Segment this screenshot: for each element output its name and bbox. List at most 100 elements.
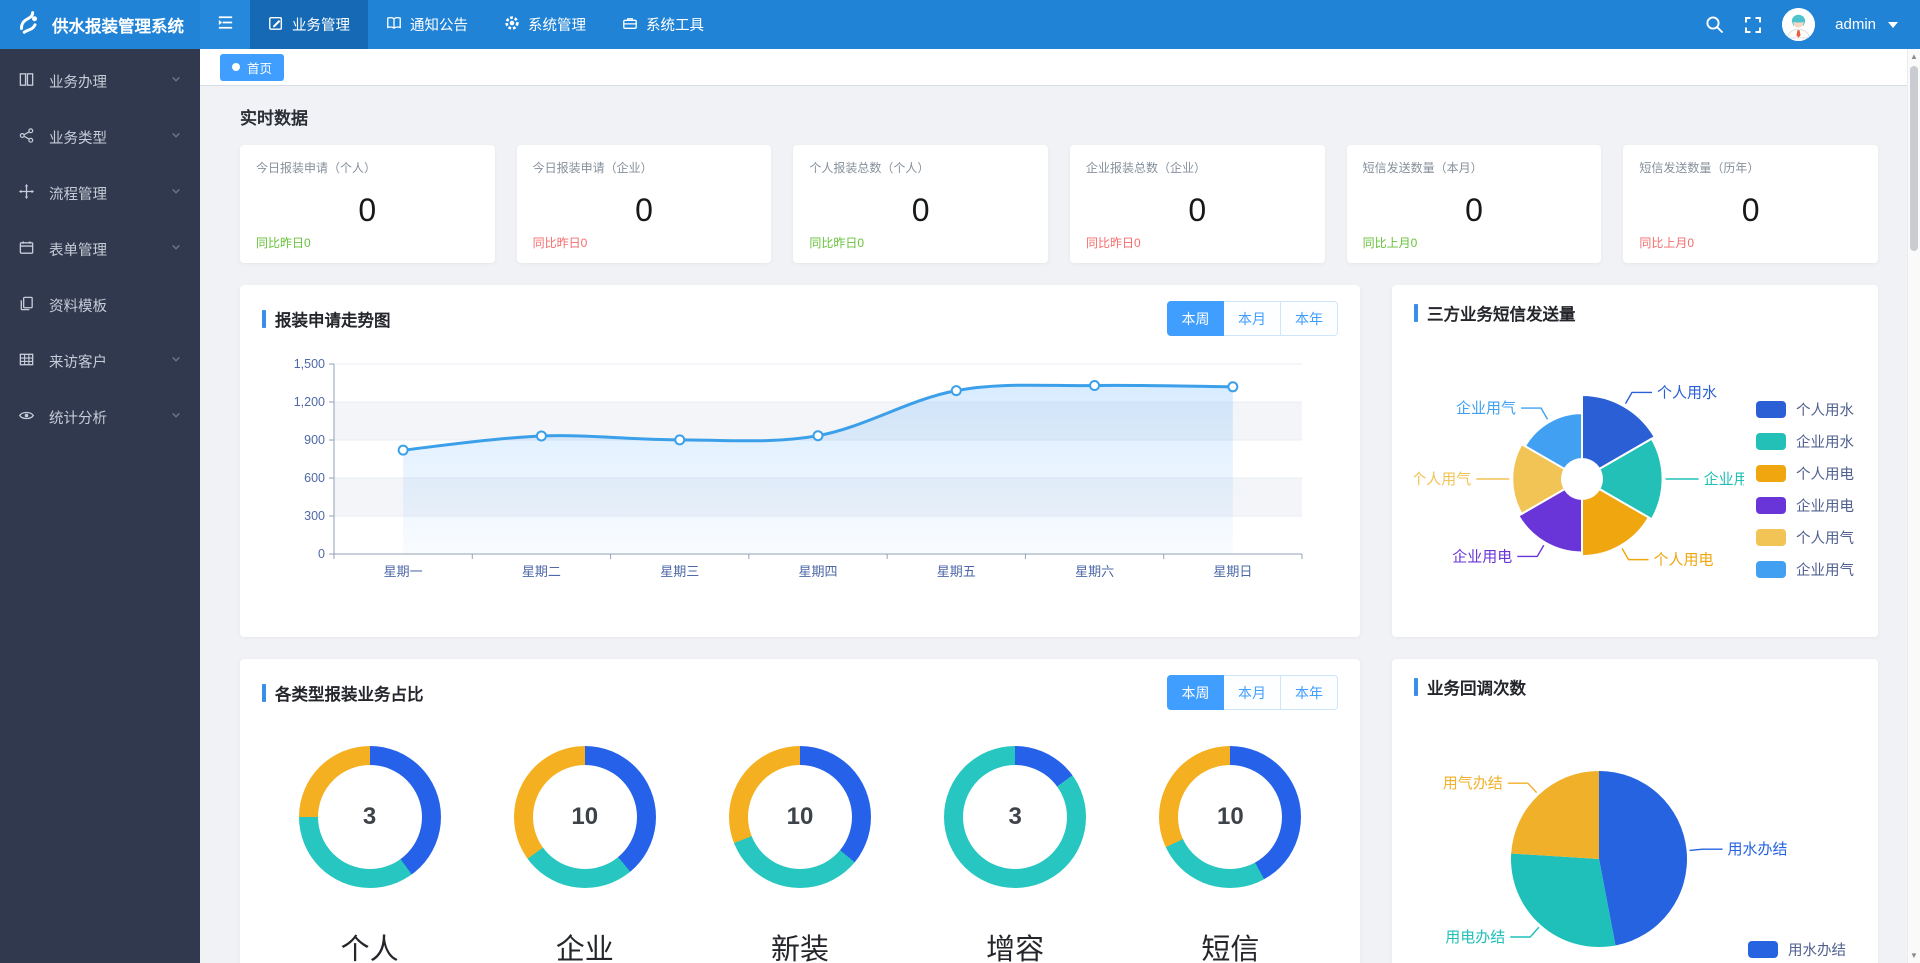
tab-home[interactable]: 首页 bbox=[220, 54, 284, 81]
svg-text:用气办结: 用气办结 bbox=[1443, 775, 1503, 792]
ratio-donut-charts: 3个人10企业10新装3增容10短信 bbox=[262, 746, 1338, 963]
trend-week-button[interactable]: 本周 bbox=[1167, 301, 1224, 336]
donut-hole: 10 bbox=[748, 765, 852, 869]
ratio-year-button[interactable]: 本年 bbox=[1281, 675, 1338, 710]
donut-新装: 10 新装 bbox=[729, 746, 871, 963]
panel-title: 业务回调次数 bbox=[1427, 675, 1526, 699]
chevron-down-icon bbox=[170, 73, 182, 89]
svg-text:300: 300 bbox=[304, 509, 325, 523]
chevron-down-icon bbox=[170, 129, 182, 145]
donut-value: 10 bbox=[1217, 803, 1244, 831]
legend-item[interactable]: 个人用水 bbox=[1756, 399, 1854, 420]
donut-label: 新装 bbox=[771, 926, 829, 963]
edit-square-icon bbox=[268, 15, 284, 35]
top-header: 供水报装管理系统 业务管理 通知公告 系统管理 系统工具 bbox=[0, 0, 1920, 49]
legend-swatch bbox=[1756, 497, 1786, 514]
copy-icon bbox=[18, 295, 35, 316]
table-grid-icon bbox=[18, 351, 35, 372]
trend-line-chart[interactable]: 03006009001,2001,500星期一星期二星期三星期四星期五星期六星期… bbox=[262, 352, 1332, 590]
scroll-up-arrow-icon[interactable]: ▲ bbox=[1908, 52, 1920, 61]
panel-accent-bar bbox=[1414, 304, 1418, 322]
svg-text:600: 600 bbox=[304, 471, 325, 485]
legend-item[interactable]: 个人用气 bbox=[1756, 527, 1854, 548]
user-menu-caret-icon[interactable] bbox=[1888, 22, 1898, 28]
sidebar-item-statistics[interactable]: 统计分析 bbox=[0, 389, 200, 445]
donut-短信: 10 短信 bbox=[1159, 746, 1301, 963]
scroll-down-arrow-icon[interactable]: ▼ bbox=[1908, 951, 1920, 960]
search-icon[interactable] bbox=[1705, 15, 1724, 34]
legend-item[interactable]: 企业用电 bbox=[1756, 495, 1854, 516]
donut-chart[interactable]: 3 bbox=[299, 746, 441, 888]
svg-text:个人用电: 个人用电 bbox=[1654, 552, 1714, 569]
hamburger-icon bbox=[216, 13, 235, 37]
donut-chart[interactable]: 3 bbox=[944, 746, 1086, 888]
donut-企业: 10企业 bbox=[514, 746, 656, 963]
sidebar-toggle-button[interactable] bbox=[200, 0, 250, 49]
stat-card-footer: 同比昨日0 bbox=[256, 234, 479, 251]
callback-panel: 业务回调次数 用水办结用电办结用气办结 用水办结 用电办结 用气办结 bbox=[1392, 659, 1878, 963]
legend-label: 企业用水 bbox=[1796, 431, 1854, 452]
trend-year-button[interactable]: 本年 bbox=[1281, 301, 1338, 336]
svg-text:星期一: 星期一 bbox=[384, 564, 423, 579]
donut-chart[interactable]: 10 bbox=[514, 746, 656, 888]
callback-pie-chart[interactable]: 用水办结用电办结用气办结 bbox=[1414, 711, 1794, 963]
legend-item[interactable]: 个人用电 bbox=[1756, 463, 1854, 484]
stat-card-footer: 同比昨日0 bbox=[809, 234, 1032, 251]
legend-label: 用水办结 bbox=[1788, 939, 1846, 960]
sidebar-item-business-type[interactable]: 业务类型 bbox=[0, 109, 200, 165]
donut-value: 3 bbox=[363, 803, 376, 831]
stat-card-sms-total: 短信发送数量（历年） 0 同比上月0 bbox=[1623, 145, 1878, 263]
donut-个人: 3个人 bbox=[299, 746, 441, 963]
sidebar-item-form-mgmt[interactable]: 表单管理 bbox=[0, 221, 200, 277]
vertical-scrollbar[interactable]: ▲ ▼ bbox=[1907, 49, 1920, 963]
nav-label: 系统管理 bbox=[528, 14, 586, 35]
sidebar-item-label: 流程管理 bbox=[49, 183, 107, 204]
middle-row: 报装申请走势图 本周 本月 本年 03006009001,2001,500星期一… bbox=[240, 285, 1878, 637]
avatar[interactable] bbox=[1782, 8, 1815, 41]
scrollbar-thumb[interactable] bbox=[1910, 66, 1918, 251]
username[interactable]: admin bbox=[1835, 16, 1876, 33]
app-logo: 供水报装管理系统 bbox=[0, 8, 200, 41]
fullscreen-icon[interactable] bbox=[1744, 16, 1762, 34]
legend-label: 个人用电 bbox=[1796, 463, 1854, 484]
gear-icon bbox=[504, 15, 520, 35]
legend-item[interactable]: 用水办结 bbox=[1748, 939, 1846, 960]
ratio-week-button[interactable]: 本周 bbox=[1167, 675, 1224, 710]
nav-item-notice[interactable]: 通知公告 bbox=[368, 0, 486, 49]
stat-card-value: 0 bbox=[1363, 192, 1586, 229]
sidebar-item-templates[interactable]: 资料模板 bbox=[0, 277, 200, 333]
sidebar-item-business-handle[interactable]: 业务办理 bbox=[0, 53, 200, 109]
svg-text:企业用气: 企业用气 bbox=[1456, 399, 1516, 417]
legend-item[interactable]: 企业用水 bbox=[1756, 431, 1854, 452]
nav-item-tools[interactable]: 系统工具 bbox=[604, 0, 722, 49]
nav-item-system[interactable]: 系统管理 bbox=[486, 0, 604, 49]
sidebar-item-label: 来访客户 bbox=[49, 351, 107, 372]
legend-label: 企业用气 bbox=[1796, 559, 1854, 580]
svg-text:0: 0 bbox=[318, 547, 325, 561]
donut-chart[interactable]: 10 bbox=[1159, 746, 1301, 888]
sidebar-item-process-mgmt[interactable]: 流程管理 bbox=[0, 165, 200, 221]
legend-item[interactable]: 企业用气 bbox=[1756, 559, 1854, 580]
trend-month-button[interactable]: 本月 bbox=[1224, 301, 1281, 336]
sms-rose-pie-chart[interactable]: 个人用水企业用水个人用电企业用电个人用气企业用气 bbox=[1414, 327, 1744, 627]
sidebar-item-label: 表单管理 bbox=[49, 239, 107, 260]
legend-label: 个人用气 bbox=[1796, 527, 1854, 548]
toolbox-icon bbox=[622, 15, 638, 35]
donut-label: 短信 bbox=[1201, 926, 1259, 963]
donut-chart[interactable]: 10 bbox=[729, 746, 871, 888]
stat-card-total-company: 企业报装总数（企业） 0 同比昨日0 bbox=[1070, 145, 1325, 263]
sidebar-item-visitors[interactable]: 来访客户 bbox=[0, 333, 200, 389]
stat-card-footer: 同比上月0 bbox=[1363, 234, 1586, 251]
main-content: 实时数据 今日报装申请（个人） 0 同比昨日0 今日报装申请（企业） 0 同比昨… bbox=[200, 86, 1920, 963]
legend-swatch bbox=[1756, 433, 1786, 450]
donut-value: 10 bbox=[787, 803, 814, 831]
chevron-down-icon bbox=[170, 353, 182, 369]
ratio-month-button[interactable]: 本月 bbox=[1224, 675, 1281, 710]
sms-legend: 个人用水 企业用水 个人用电 企业用电 个人用气 企业用气 bbox=[1756, 399, 1854, 627]
nav-item-business[interactable]: 业务管理 bbox=[250, 0, 368, 49]
sidebar-item-label: 业务办理 bbox=[49, 71, 107, 92]
panel-title: 报装申请走势图 bbox=[275, 307, 391, 331]
stat-card-value: 0 bbox=[809, 192, 1032, 229]
panel-title: 三方业务短信发送量 bbox=[1427, 301, 1576, 325]
donut-hole: 3 bbox=[318, 765, 422, 869]
